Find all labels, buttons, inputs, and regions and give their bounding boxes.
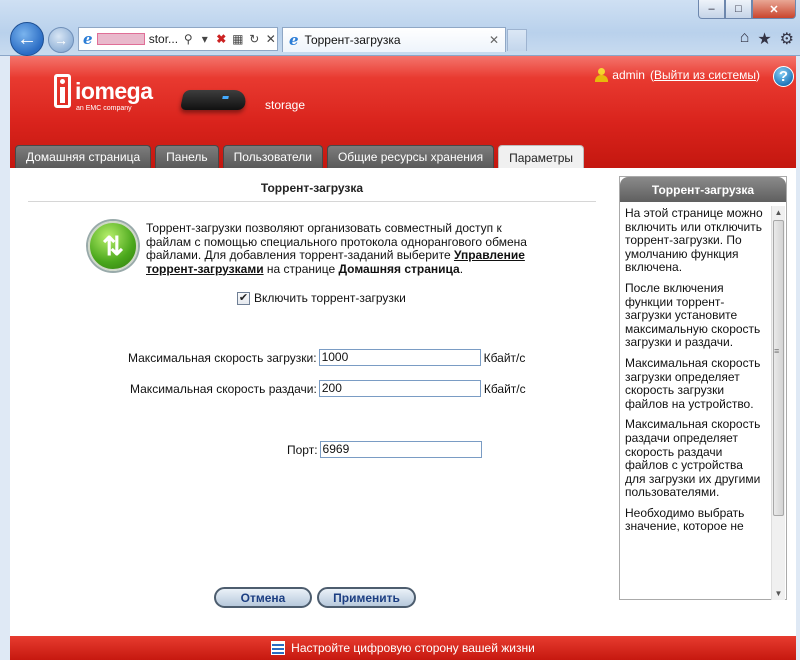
help-pane-body: На этой странице можно включить или откл… — [625, 207, 763, 597]
help-paragraph: Максимальная скорость раздачи определяет… — [625, 417, 761, 500]
scroll-up-icon[interactable]: ▲ — [772, 206, 785, 219]
browser-tools: ⌂ ★ ⚙ — [740, 29, 794, 49]
refresh-icon[interactable]: ↻ — [248, 32, 261, 46]
minimize-button[interactable]: – — [698, 0, 725, 19]
home-icon[interactable]: ⌂ — [740, 29, 750, 49]
help-paragraph: Максимальная скорость загрузки определяе… — [625, 355, 761, 411]
port-label: Порт: — [287, 442, 318, 457]
ie-icon: e — [289, 31, 299, 49]
footer-icon — [271, 641, 286, 655]
port-row: Порт: 6969 — [287, 441, 482, 458]
back-button[interactable]: ← — [10, 22, 44, 56]
arrow-right-icon: → — [54, 32, 68, 48]
close-address-icon[interactable]: ✕ — [265, 32, 278, 46]
upload-speed-row: Максимальная скорость раздачи: 200 Кбайт… — [130, 380, 526, 397]
site-footer: Настройте цифровую сторону вашей жизни — [10, 636, 796, 660]
main-content: Торрент-загрузка ⇅ Торрент-загрузки позв… — [10, 168, 796, 636]
device-image — [179, 90, 249, 110]
username: admin — [612, 68, 645, 82]
close-window-button[interactable]: ✕ — [752, 0, 796, 19]
download-speed-row: Максимальная скорость загрузки: 1000 Кба… — [128, 349, 525, 366]
iomega-i-icon — [54, 74, 71, 108]
browser-chrome: – □ ✕ ← → e stor... ⚲ ▾ ✖ ▦ ↻ ✕ e Торрен… — [0, 0, 800, 56]
compatibility-icon[interactable]: ▦ — [232, 32, 245, 46]
gear-icon[interactable]: ⚙ — [780, 29, 794, 49]
port-input[interactable]: 6969 — [319, 441, 482, 458]
enable-torrent-checkbox[interactable]: ✔ — [237, 291, 250, 305]
footer-text: Настройте цифровую сторону вашей жизни — [291, 641, 535, 655]
address-text: stor... — [148, 32, 179, 46]
upload-speed-input[interactable]: 200 — [318, 380, 481, 397]
help-paragraph: На этой странице можно включить или откл… — [625, 207, 763, 275]
user-icon — [595, 68, 609, 82]
user-area: admin (Выйти из системы) — [595, 68, 760, 82]
help-scrollbar[interactable]: ▲ ≡ ▼ — [771, 206, 785, 600]
forward-button[interactable]: → — [48, 27, 74, 53]
arrow-left-icon: ← — [17, 27, 37, 50]
upload-speed-label: Максимальная скорость раздачи: — [130, 381, 317, 396]
tab-torrent[interactable]: e Торрент-загрузка ✕ — [282, 27, 506, 52]
help-pane: Торрент-загрузка На этой странице можно … — [619, 176, 787, 600]
device-name: storage — [265, 98, 306, 112]
redacted-address — [96, 33, 145, 45]
enable-torrent-row: ✔ Включить торрент-загрузки — [237, 291, 406, 305]
iomega-logo[interactable]: iomega an EMC company — [54, 74, 153, 112]
tab-settings[interactable]: Параметры — [498, 145, 585, 169]
window-controls: – □ ✕ — [698, 0, 796, 19]
apply-button[interactable]: Применить — [317, 587, 416, 608]
site-header: iomega an EMC company storage admin (Вый… — [10, 56, 796, 169]
tab-home[interactable]: Домашняя страница — [15, 145, 152, 168]
enable-torrent-label[interactable]: Включить торрент-загрузки — [254, 291, 406, 305]
download-speed-input[interactable]: 1000 — [318, 349, 481, 366]
dropdown-icon[interactable]: ▾ — [199, 32, 212, 46]
download-speed-unit: Кбайт/с — [483, 350, 526, 365]
tab-users[interactable]: Пользователи — [222, 145, 323, 168]
search-icon[interactable]: ⚲ — [182, 32, 195, 46]
cancel-button[interactable]: Отмена — [214, 587, 312, 608]
scroll-thumb[interactable] — [773, 220, 784, 516]
home-page-ref: Домашняя страница — [338, 261, 460, 276]
description: Торрент-загрузки позволяют организовать … — [146, 221, 527, 276]
logout-link[interactable]: Выйти из системы — [654, 68, 756, 82]
tab-shares[interactable]: Общие ресурсы хранения — [326, 145, 495, 168]
torrent-icon: ⇅ — [88, 221, 138, 271]
brand-sub: an EMC company — [76, 105, 132, 112]
star-icon[interactable]: ★ — [757, 29, 771, 49]
tab-dashboard[interactable]: Панель — [155, 145, 219, 168]
download-speed-label: Максимальная скорость загрузки: — [128, 350, 317, 365]
close-tab-icon[interactable]: ✕ — [489, 33, 499, 47]
upload-speed-unit: Кбайт/с — [483, 381, 526, 396]
stop-icon[interactable]: ✖ — [215, 32, 228, 46]
help-paragraph: После включения функции торрент-загрузки… — [625, 280, 761, 350]
page-title: Торрент-загрузка — [260, 181, 364, 195]
scroll-down-icon[interactable]: ▼ — [772, 587, 785, 600]
tab-title: Торрент-загрузка — [304, 33, 401, 47]
maximize-button[interactable]: □ — [725, 0, 752, 19]
web-page: iomega an EMC company storage admin (Вый… — [10, 56, 796, 660]
help-button[interactable]: ? — [773, 66, 794, 87]
new-tab-button[interactable] — [507, 29, 527, 51]
grip-icon: ≡ — [774, 346, 780, 356]
main-menu: Домашняя страница Панель Пользователи Об… — [15, 145, 585, 169]
help-pane-title: Торрент-загрузка — [620, 177, 786, 202]
ie-icon: e — [83, 30, 93, 48]
help-paragraph: Необходимо выбрать значение, которое не — [625, 505, 745, 534]
title-divider — [28, 201, 596, 202]
address-bar[interactable]: e stor... ⚲ ▾ ✖ ▦ ↻ ✕ — [78, 27, 278, 51]
